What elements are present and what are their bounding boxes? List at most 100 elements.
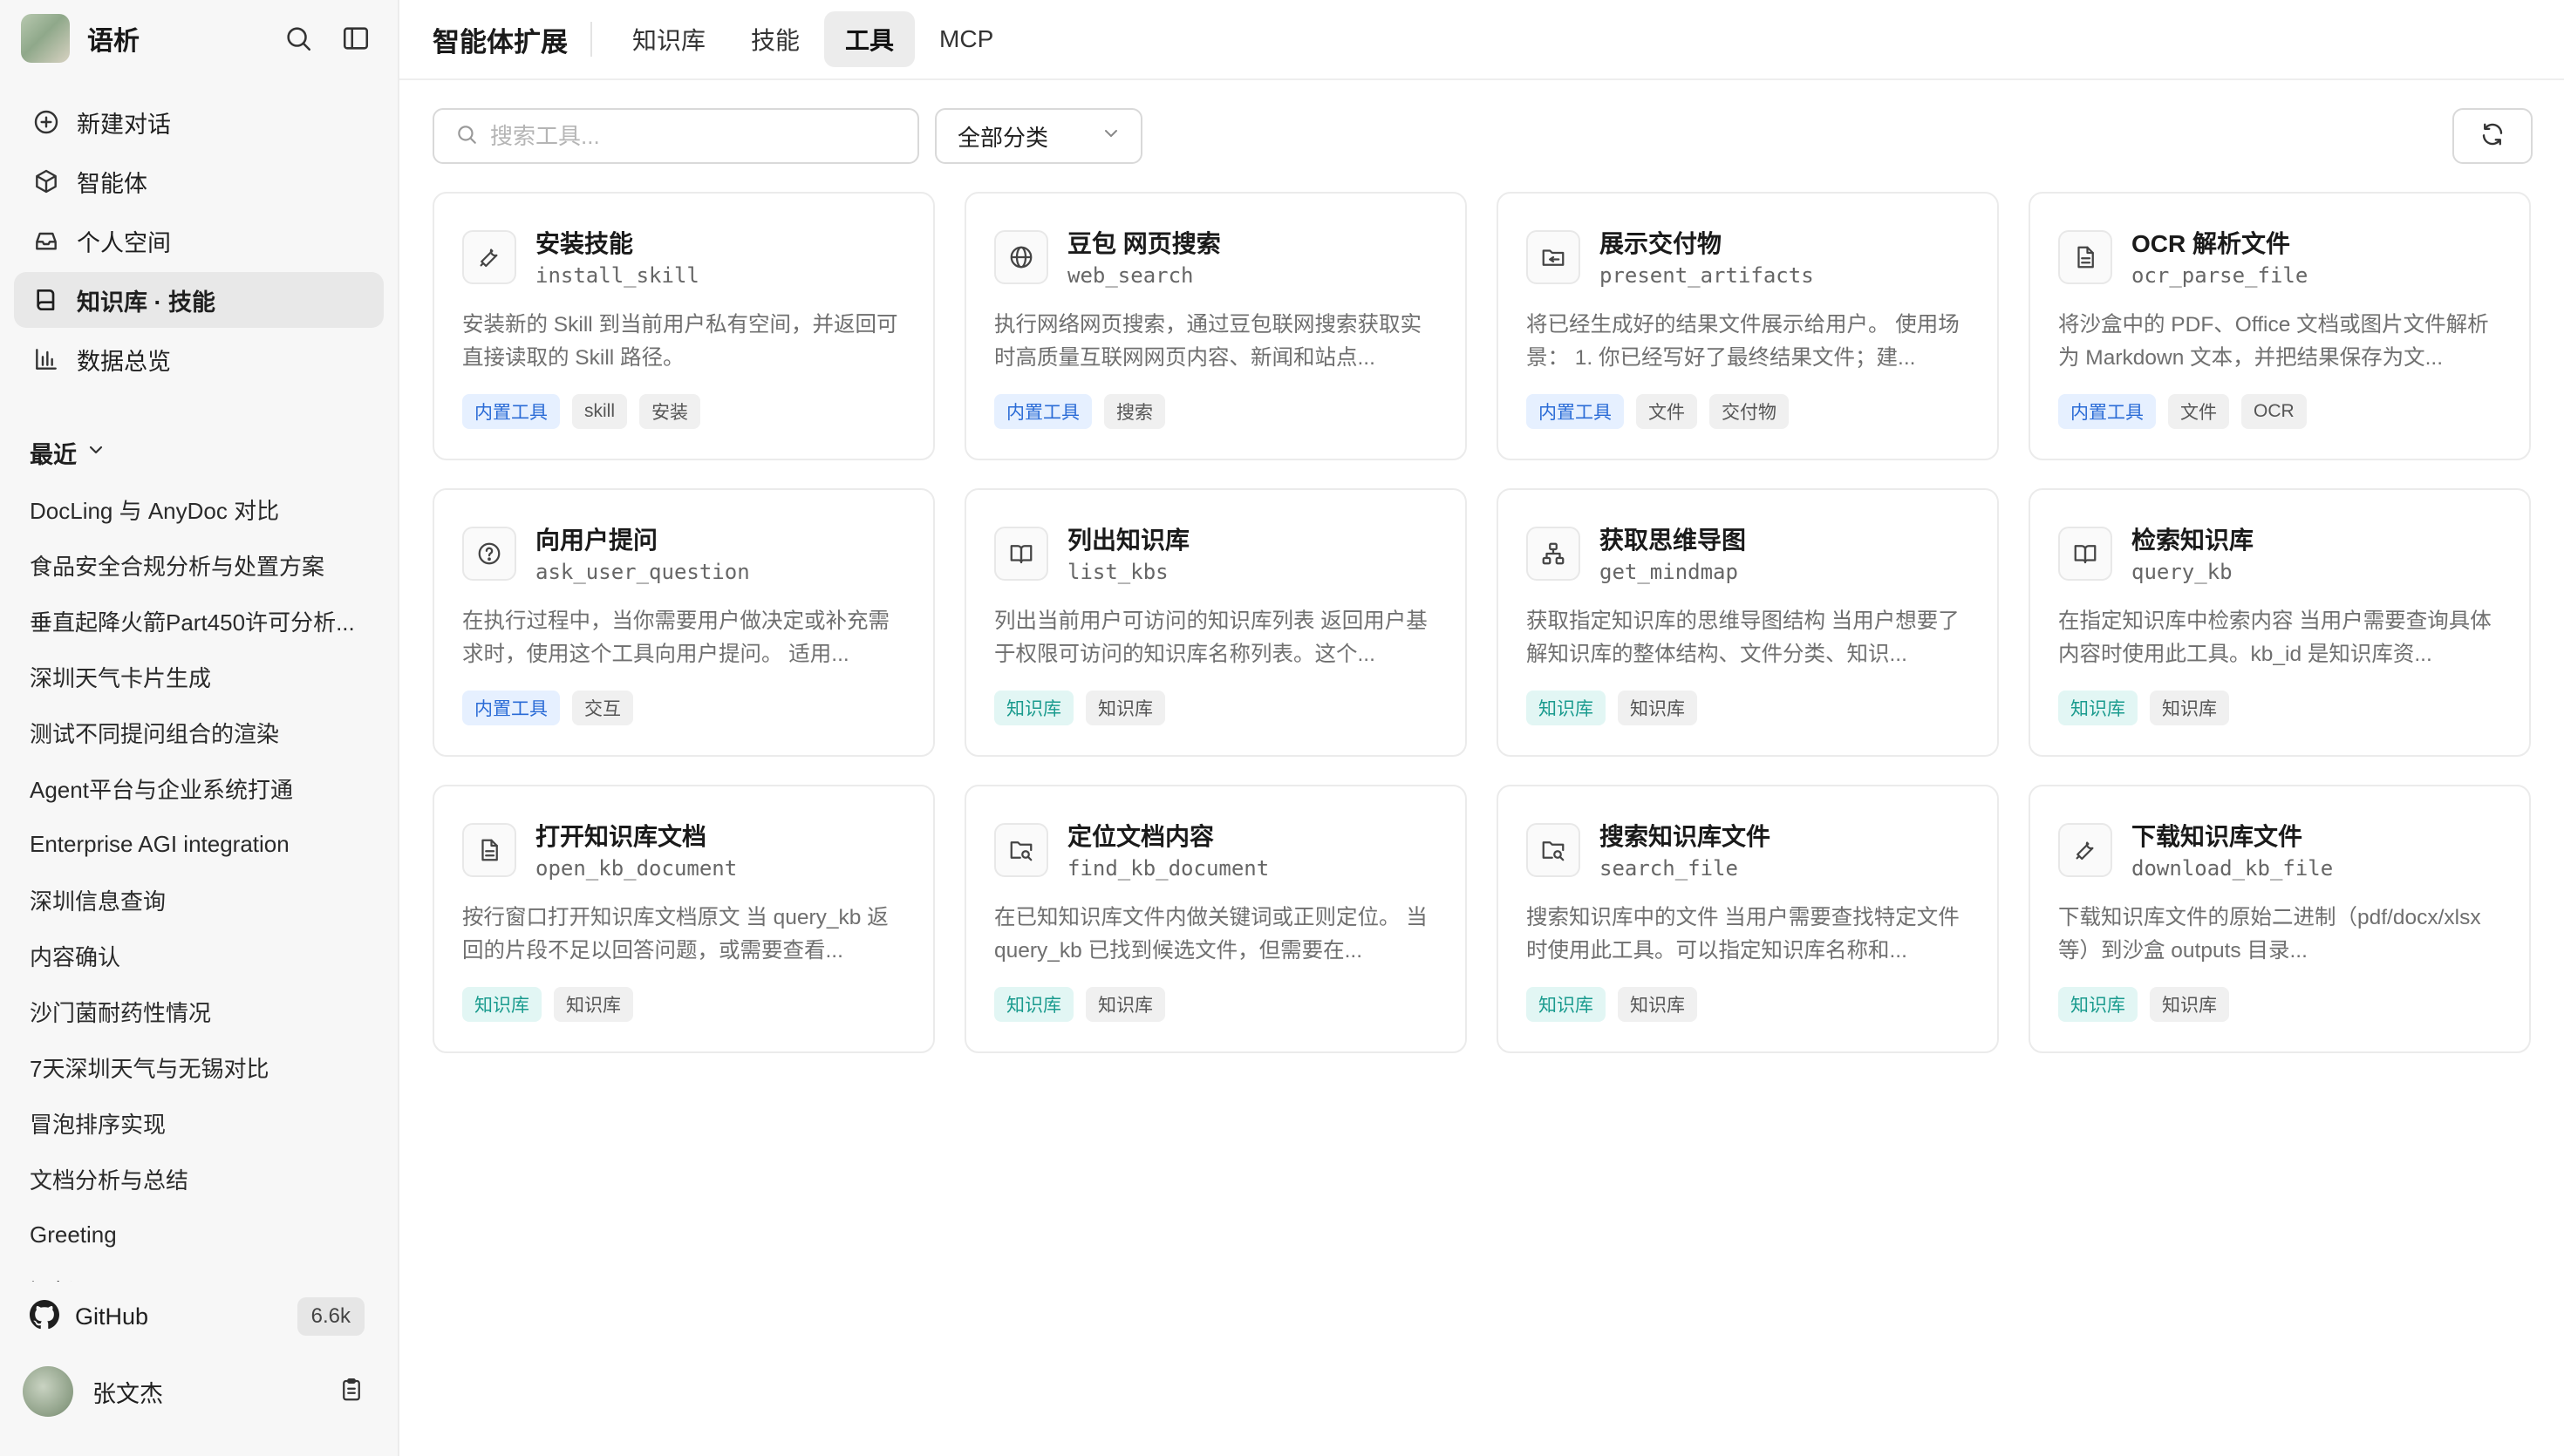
github-icon <box>30 1299 59 1334</box>
app-logo[interactable] <box>21 14 70 63</box>
tool-description: 在已知知识库文件内做关键词或正则定位。 当 query_kb 已找到候选文件，但… <box>994 906 1428 963</box>
tool-title: 获取思维导图 <box>1599 527 1747 554</box>
tool-card-get-mindmap[interactable]: 获取思维导图 get_mindmap 获取指定知识库的思维导图结构 当用户想要了解知… <box>1497 488 1999 757</box>
question-circle-icon <box>462 527 516 581</box>
tool-function-name: search_file <box>1599 856 1738 881</box>
tool-tags: 内置工具 交互 <box>462 691 633 725</box>
recent-item[interactable]: 文档分析与总结 <box>30 1151 377 1207</box>
topbar: 智能体扩展 知识库 技能 工具 MCP <box>399 0 2564 80</box>
tool-card-download-kb-file[interactable]: 下载知识库文件 download_kb_file 下载知识库文件的原始二进制（pdf… <box>2029 785 2531 1053</box>
tool-title: 打开知识库文档 <box>535 823 707 850</box>
tab-knowledge-base[interactable]: 知识库 <box>611 11 726 67</box>
tool-card-search-file[interactable]: 搜索知识库文件 search_file 搜索知识库中的文件 当用户需要查找特定文件时… <box>1497 785 1999 1053</box>
tool-card-web-search[interactable]: 豆包 网页搜索 web_search 执行网络网页搜索，通过豆包联网搜索获取实时高质… <box>965 192 1467 460</box>
nav-new-chat[interactable]: 新建对话 <box>14 94 384 150</box>
tool-card-query-kb[interactable]: 检索知识库 query_kb 在指定知识库中检索内容 当用户需要查询具体内容时使用此… <box>2029 488 2531 757</box>
tool-description: 执行网络网页搜索，通过豆包联网搜索获取实时高质量互联网网页内容、新闻和站点... <box>994 313 1422 370</box>
recent-item[interactable]: 食品安全合规分析与处置方案 <box>30 537 377 593</box>
tool-card-find-kb-document[interactable]: 定位文档内容 find_kb_document 在已知知识库文件内做关键词或正则定位… <box>965 785 1467 1053</box>
tag-badge: 知识库 <box>994 691 1074 725</box>
tag-badge: 内置工具 <box>1526 394 1624 429</box>
recent-item[interactable]: 深圳天气卡片生成 <box>30 649 377 704</box>
tag-badge: 内置工具 <box>2058 394 2156 429</box>
tool-description: 搜索知识库中的文件 当用户需要查找特定文件时使用此工具。可以指定知识库名称和..… <box>1526 906 1960 963</box>
chevron-down-icon <box>1101 123 1122 150</box>
recent-item[interactable]: Enterprise AGI integration <box>30 816 377 872</box>
tool-tags: 知识库 知识库 <box>462 987 633 1022</box>
recent-item[interactable]: Greeting <box>30 1207 377 1262</box>
tool-tags: 内置工具 文件 交付物 <box>1526 394 1789 429</box>
tab-mcp[interactable]: MCP <box>918 15 1014 64</box>
tool-title: OCR 解析文件 <box>2131 230 2291 257</box>
tool-function-name: get_mindmap <box>1599 560 1738 584</box>
tag-badge: 知识库 <box>2058 691 2138 725</box>
tool-title: 豆包 网页搜索 <box>1067 230 1221 257</box>
refresh-icon <box>2479 121 2506 152</box>
tool-card-present-artifacts[interactable]: 展示交付物 present_artifacts 将已经生成好的结果文件展示给用户。 … <box>1497 192 1999 460</box>
category-select[interactable]: 全部分类 <box>935 108 1142 164</box>
nav-label: 智能体 <box>77 170 147 197</box>
tool-description: 将沙盒中的 PDF、Office 文档或图片文件解析为 Markdown 文本，… <box>2058 313 2489 370</box>
tool-description: 按行窗口打开知识库文档原文 当 query_kb 返回的片段不足以回答问题，或需… <box>462 906 889 963</box>
nav-agents[interactable]: 智能体 <box>14 153 384 209</box>
tool-card-list-kbs[interactable]: 列出知识库 list_kbs 列出当前用户可访问的知识库列表 返回用户基于权限可访问… <box>965 488 1467 757</box>
recent-item[interactable]: DocLing 与 AnyDoc 对比 <box>30 481 377 537</box>
tool-description: 在指定知识库中检索内容 当用户需要查询具体内容时使用此工具。kb_id 是知识库… <box>2058 609 2492 666</box>
clipboard-icon[interactable] <box>338 1377 365 1407</box>
tool-description: 获取指定知识库的思维导图结构 当用户想要了解知识库的整体结构、文件分类、知识..… <box>1526 609 1960 666</box>
recent-title: 最近 <box>30 442 77 468</box>
tool-function-name: present_artifacts <box>1599 263 1814 288</box>
inbox-icon <box>31 226 61 255</box>
user-name: 张文杰 <box>92 1380 163 1407</box>
tag-badge: 知识库 <box>2150 987 2229 1022</box>
tool-title: 下载知识库文件 <box>2131 823 2303 850</box>
sidebar-footer: GitHub 6.6k 张文杰 <box>0 1282 398 1456</box>
recent-item[interactable]: 垂直起降火箭Part450许可分析... <box>30 593 377 649</box>
folder-share-icon <box>1526 230 1580 284</box>
tool-function-name: ocr_parse_file <box>2131 263 2308 288</box>
recent-item[interactable]: 内容确认 <box>30 928 377 983</box>
tag-badge: 知识库 <box>994 987 1074 1022</box>
tool-function-name: download_kb_file <box>2131 856 2334 881</box>
divider <box>590 22 592 57</box>
sitemap-icon <box>1526 527 1580 581</box>
search-input[interactable] <box>490 122 874 150</box>
nav-personal-space[interactable]: 个人空间 <box>14 213 384 269</box>
book-open-icon <box>2058 527 2112 581</box>
tag-badge: 知识库 <box>2150 691 2229 725</box>
tool-title: 安装技能 <box>535 230 634 257</box>
user-profile[interactable]: 张文杰 <box>23 1364 365 1419</box>
tag-badge: 知识库 <box>554 987 633 1022</box>
recent-item[interactable]: 7天深圳天气与无锡对比 <box>30 1039 377 1095</box>
tab-tools[interactable]: 工具 <box>824 11 916 67</box>
tag-badge: OCR <box>2241 394 2307 429</box>
search-icon[interactable] <box>277 17 319 59</box>
recent-section-toggle[interactable]: 最近 <box>30 436 106 470</box>
sidebar-nav: 新建对话 智能体 个人空间 知识库 · 技能 数据总览 <box>14 94 384 391</box>
recent-item[interactable]: Agent平台与企业系统打通 <box>30 760 377 816</box>
refresh-button[interactable] <box>2452 108 2533 164</box>
recent-item[interactable]: 测试不同提问组合的渲染 <box>30 704 377 760</box>
tab-skills[interactable]: 技能 <box>730 11 821 67</box>
sidebar-toggle-icon[interactable] <box>335 17 377 59</box>
recent-item[interactable]: 沙门菌耐药性情况 <box>30 983 377 1039</box>
tag-badge: 知识库 <box>1086 691 1165 725</box>
file-text-icon <box>2058 230 2112 284</box>
tool-card-open-kb-document[interactable]: 打开知识库文档 open_kb_document 按行窗口打开知识库文档原文 当 q… <box>433 785 935 1053</box>
nav-data-overview[interactable]: 数据总览 <box>14 331 384 387</box>
recent-item[interactable]: 冒泡排序实现 <box>30 1095 377 1151</box>
chevron-down-icon <box>85 439 106 466</box>
tool-card-install-skill[interactable]: 安装技能 install_skill 安装新的 Skill 到当前用户私有空间，并返… <box>433 192 935 460</box>
tag-badge: 文件 <box>1636 394 1697 429</box>
nav-label: 个人空间 <box>77 229 171 256</box>
recent-item[interactable]: 深圳信息查询 <box>30 872 377 928</box>
nav-knowledge-skills[interactable]: 知识库 · 技能 <box>14 272 384 328</box>
tool-card-ask-user-question[interactable]: 向用户提问 ask_user_question 在执行过程中，当你需要用户做决定或补… <box>433 488 935 757</box>
tool-function-name: install_skill <box>535 263 699 288</box>
github-link[interactable]: GitHub 6.6k <box>30 1290 365 1343</box>
tool-card-ocr-parse-file[interactable]: OCR 解析文件 ocr_parse_file 将沙盒中的 PDF、Office 文… <box>2029 192 2531 460</box>
tool-function-name: ask_user_question <box>535 560 750 584</box>
file-text-icon <box>462 823 516 877</box>
search-box <box>433 108 919 164</box>
github-star-count: 6.6k <box>297 1297 365 1336</box>
